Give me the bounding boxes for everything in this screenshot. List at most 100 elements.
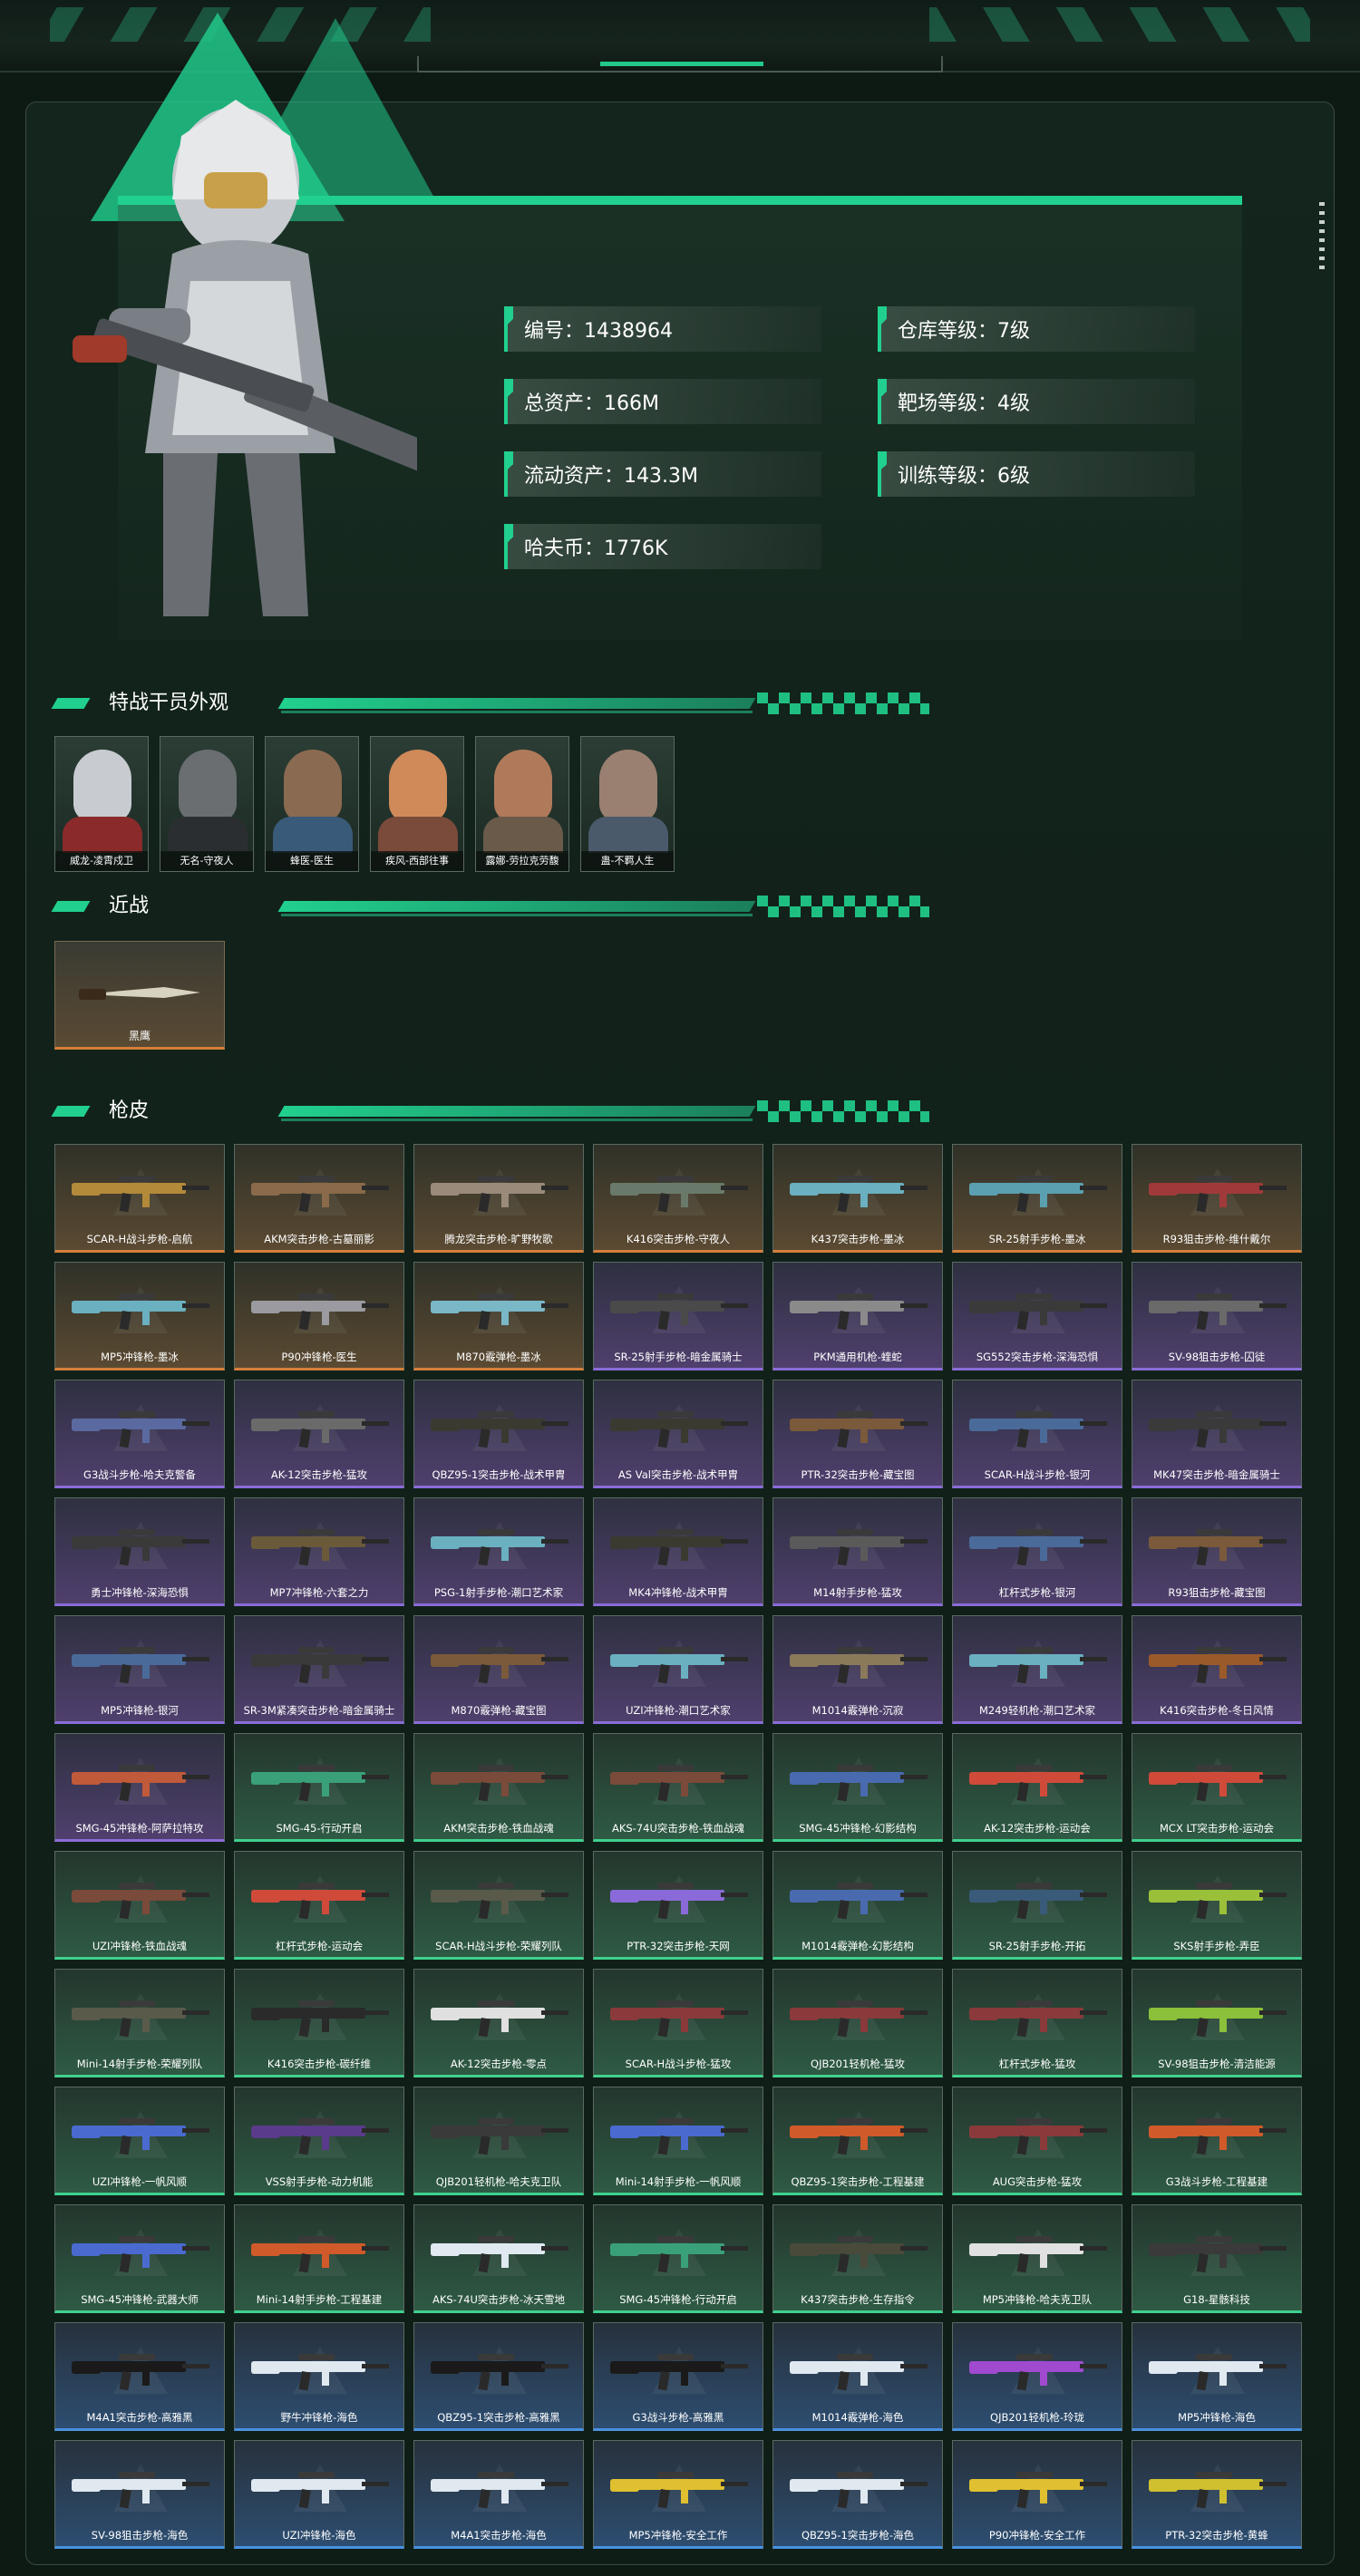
skin-card[interactable]: M870霰弹枪-墨冰 — [413, 1262, 584, 1370]
skin-card[interactable]: G3战斗步枪-工程基建 — [1132, 2087, 1302, 2195]
skin-card[interactable]: K416突击步枪-冬日风情 — [1132, 1615, 1302, 1724]
skin-card[interactable]: MP5冲锋枪-安全工作 — [593, 2440, 763, 2549]
skin-card[interactable]: K416突击步枪-碳纤维 — [234, 1969, 404, 2077]
skin-card[interactable]: M249轻机枪-潮口艺术家 — [952, 1615, 1122, 1724]
skin-card[interactable]: K437突击步枪-墨冰 — [772, 1144, 943, 1253]
skin-card[interactable]: PTR-32突击步枪-天网 — [593, 1851, 763, 1960]
skin-card[interactable]: QBZ95-1突击步枪-海色 — [772, 2440, 943, 2549]
skin-card[interactable]: SMG-45冲锋枪-阿萨拉特攻 — [54, 1733, 225, 1842]
skin-card[interactable]: UZI冲锋枪-一帆风顺 — [54, 2087, 225, 2195]
skin-card[interactable]: SV-98狙击步枪-清洁能源 — [1132, 1969, 1302, 2077]
stat-havoc-coin: 哈夫币：1776K — [504, 524, 821, 569]
skin-card[interactable]: 腾龙突击步枪-旷野牧歌 — [413, 1144, 584, 1253]
skin-card[interactable]: 杠杆式步枪-猛攻 — [952, 1969, 1122, 2077]
skin-card[interactable]: M870霰弹枪-藏宝图 — [413, 1615, 584, 1724]
skin-card[interactable]: AS Val突击步枪-战术甲胄 — [593, 1380, 763, 1488]
skin-card[interactable]: 野牛冲锋枪-海色 — [234, 2322, 404, 2431]
skin-card[interactable]: QJB201轻机枪-哈夫克卫队 — [413, 2087, 584, 2195]
skin-card[interactable]: UZI冲锋枪-潮口艺术家 — [593, 1615, 763, 1724]
skin-card[interactable]: SG552突击步枪-深海恐惧 — [952, 1262, 1122, 1370]
skin-card[interactable]: AKM突击步枪-铁血战魂 — [413, 1733, 584, 1842]
skin-card[interactable]: MP5冲锋枪-哈夫克卫队 — [952, 2204, 1122, 2313]
skin-card[interactable]: M4A1突击步枪-高雅黑 — [54, 2322, 225, 2431]
skin-card[interactable]: G3战斗步枪-高雅黑 — [593, 2322, 763, 2431]
skin-card[interactable]: QJB201轻机枪-玲珑 — [952, 2322, 1122, 2431]
operator-card[interactable]: 威龙-凌霄戍卫 — [54, 736, 149, 872]
operator-card[interactable]: 蜂医-医生 — [265, 736, 359, 872]
skin-card[interactable]: SV-98狙击步枪-囚徒 — [1132, 1262, 1302, 1370]
skin-card[interactable]: K416突击步枪-守夜人 — [593, 1144, 763, 1253]
skin-card[interactable]: SCAR-H战斗步枪-猛攻 — [593, 1969, 763, 2077]
skin-card[interactable]: AKM突击步枪-古墓丽影 — [234, 1144, 404, 1253]
skin-card[interactable]: SMG-45冲锋枪-武器大师 — [54, 2204, 225, 2313]
skin-card[interactable]: PKM通用机枪-蝰蛇 — [772, 1262, 943, 1370]
skin-card[interactable]: MP5冲锋枪-墨冰 — [54, 1262, 225, 1370]
skin-card[interactable]: QBZ95-1突击步枪-战术甲胄 — [413, 1380, 584, 1488]
skin-card[interactable]: 勇士冲锋枪-深海恐惧 — [54, 1497, 225, 1606]
gun-icon — [969, 1883, 1107, 1920]
scrollbar[interactable] — [1319, 202, 1325, 275]
skin-card[interactable]: AK-12突击步枪-运动会 — [952, 1733, 1122, 1842]
gun-icon — [1149, 2472, 1287, 2509]
operator-card[interactable]: 蛊-不羁人生 — [580, 736, 675, 872]
skin-card[interactable]: SV-98狙击步枪-海色 — [54, 2440, 225, 2549]
skin-card[interactable]: MP7冲锋枪-六套之力 — [234, 1497, 404, 1606]
skin-card[interactable]: SCAR-H战斗步枪-荣耀列队 — [413, 1851, 584, 1960]
skin-card[interactable]: SR-25射手步枪-暗金属骑士 — [593, 1262, 763, 1370]
skin-card[interactable]: MP5冲锋枪-海色 — [1132, 2322, 1302, 2431]
skin-card[interactable]: SMG-45冲锋枪-行动开启 — [593, 2204, 763, 2313]
skin-card[interactable]: MK47突击步枪-暗金属骑士 — [1132, 1380, 1302, 1488]
skin-name: G18-星骸科技 — [1183, 2293, 1250, 2306]
skin-card[interactable]: SCAR-H战斗步枪-启航 — [54, 1144, 225, 1253]
skin-card[interactable]: 杠杆式步枪-运动会 — [234, 1851, 404, 1960]
skin-card[interactable]: M1014霰弹枪-海色 — [772, 2322, 943, 2431]
skin-card[interactable]: M4A1突击步枪-海色 — [413, 2440, 584, 2549]
skin-card[interactable]: M1014霰弹枪-沉寂 — [772, 1615, 943, 1724]
skin-card[interactable]: QJB201轻机枪-猛攻 — [772, 1969, 943, 2077]
gun-icon — [431, 2354, 568, 2391]
operator-card[interactable]: 疾风-西部往事 — [370, 736, 464, 872]
skin-card[interactable]: SCAR-H战斗步枪-银河 — [952, 1380, 1122, 1488]
skin-name: AS Val突击步枪-战术甲胄 — [617, 1468, 739, 1481]
skin-card[interactable]: M1014霰弹枪-幻影结构 — [772, 1851, 943, 1960]
skin-card[interactable]: UZI冲锋枪-海色 — [234, 2440, 404, 2549]
skin-card[interactable]: M14射手步枪-猛攻 — [772, 1497, 943, 1606]
skin-card[interactable]: R93狙击步枪-藏宝图 — [1132, 1497, 1302, 1606]
skin-card[interactable]: G18-星骸科技 — [1132, 2204, 1302, 2313]
skin-card[interactable]: Mini-14射手步枪-荣耀列队 — [54, 1969, 225, 2077]
skin-card[interactable]: AK-12突击步枪-猛攻 — [234, 1380, 404, 1488]
skin-card[interactable]: AUG突击步枪-猛攻 — [952, 2087, 1122, 2195]
skin-card[interactable]: SR-25射手步枪-墨冰 — [952, 1144, 1122, 1253]
skin-card[interactable]: SKS射手步枪-弄臣 — [1132, 1851, 1302, 1960]
skin-card[interactable]: PSG-1射手步枪-潮口艺术家 — [413, 1497, 584, 1606]
skin-card[interactable]: P90冲锋枪-安全工作 — [952, 2440, 1122, 2549]
skin-card[interactable]: SMG-45冲锋枪-幻影结构 — [772, 1733, 943, 1842]
skin-card[interactable]: Mini-14射手步枪-一帆风顺 — [593, 2087, 763, 2195]
skin-name: Mini-14射手步枪-工程基建 — [256, 2293, 383, 2306]
skin-card[interactable]: VSS射手步枪-动力机能 — [234, 2087, 404, 2195]
skin-card[interactable]: P90冲锋枪-医生 — [234, 1262, 404, 1370]
skin-card[interactable]: G3战斗步枪-哈夫克警备 — [54, 1380, 225, 1488]
skin-card[interactable]: MP5冲锋枪-银河 — [54, 1615, 225, 1724]
skin-card[interactable]: AKS-74U突击步枪-铁血战魂 — [593, 1733, 763, 1842]
skin-card[interactable]: SR-3M紧凑突击步枪-暗金属骑士 — [234, 1615, 404, 1724]
skin-card[interactable]: QBZ95-1突击步枪-工程基建 — [772, 2087, 943, 2195]
operator-card[interactable]: 无名-守夜人 — [160, 736, 254, 872]
operator-card[interactable]: 露娜-劳拉克劳馥 — [475, 736, 569, 872]
skin-card[interactable]: K437突击步枪-生存指令 — [772, 2204, 943, 2313]
skin-card[interactable]: PTR-32突击步枪-黄蜂 — [1132, 2440, 1302, 2549]
skin-card[interactable]: R93狙击步枪-维什戴尔 — [1132, 1144, 1302, 1253]
melee-card[interactable]: 黑鹰 — [54, 941, 225, 1050]
skin-card[interactable]: MK4冲锋枪-战术甲胄 — [593, 1497, 763, 1606]
skin-card[interactable]: SR-25射手步枪-开拓 — [952, 1851, 1122, 1960]
skin-card[interactable]: PTR-32突击步枪-藏宝图 — [772, 1380, 943, 1488]
skin-card[interactable]: MCX LT突击步枪-运动会 — [1132, 1733, 1302, 1842]
skin-card[interactable]: UZI冲锋枪-铁血战魂 — [54, 1851, 225, 1960]
skin-card[interactable]: AKS-74U突击步枪-冰天雪地 — [413, 2204, 584, 2313]
skin-name: AKM突击步枪-古墓丽影 — [264, 1233, 374, 1245]
skin-card[interactable]: AK-12突击步枪-零点 — [413, 1969, 584, 2077]
skin-card[interactable]: 杠杆式步枪-银河 — [952, 1497, 1122, 1606]
skin-card[interactable]: QBZ95-1突击步枪-高雅黑 — [413, 2322, 584, 2431]
skin-card[interactable]: Mini-14射手步枪-工程基建 — [234, 2204, 404, 2313]
skin-card[interactable]: SMG-45-行动开启 — [234, 1733, 404, 1842]
